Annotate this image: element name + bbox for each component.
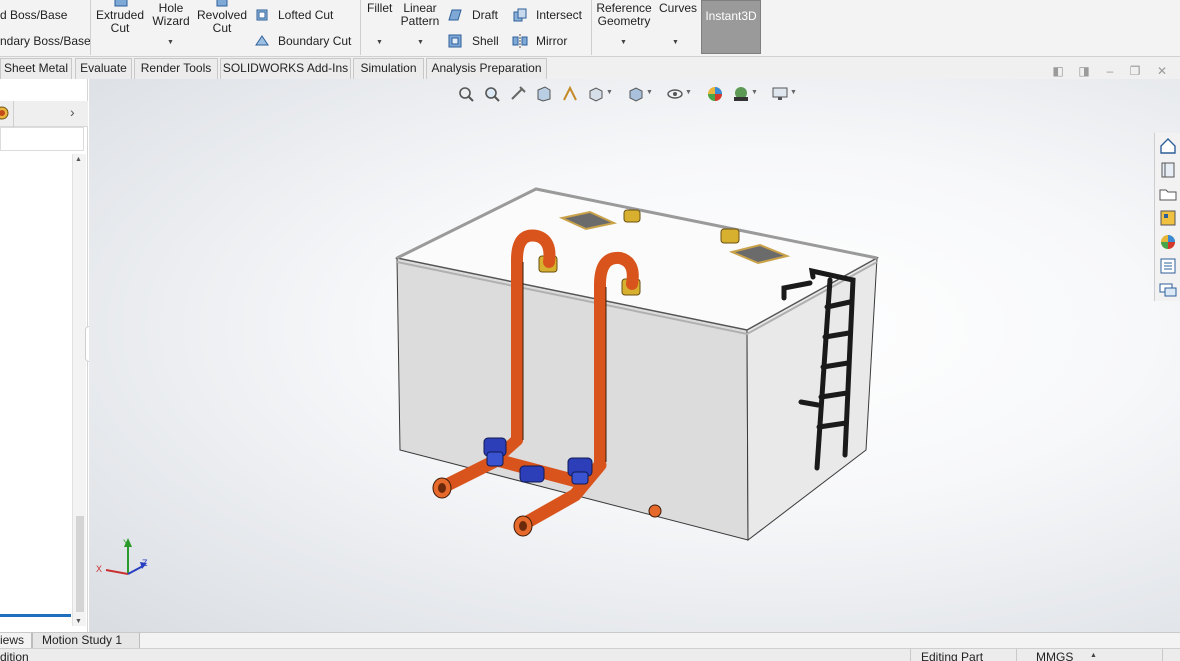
instant3d-label: Instant3D (705, 9, 757, 23)
selected-item-highlight (0, 614, 71, 617)
panel-scrollbar[interactable]: ▲ ▼ (72, 154, 86, 626)
feature-manager-panel: › ▲ ▼ (0, 79, 88, 632)
hole-wizard-dropdown-icon[interactable]: ▼ (167, 39, 174, 46)
scrollbar-thumb[interactable] (76, 516, 84, 612)
revolved-cut-label-2: Cut (212, 21, 232, 35)
panel-tab-divider (13, 101, 14, 127)
tank-body[interactable] (394, 187, 880, 542)
draft-label: Draft (472, 8, 499, 22)
command-manager-ribbon: d Boss/Base ndary Boss/Base Extruded Cut… (0, 0, 1180, 57)
curves-label: Curves (659, 1, 698, 15)
forum-icon[interactable] (1158, 280, 1178, 300)
shell-icon (448, 34, 462, 48)
revolved-cut-icon (216, 0, 228, 7)
tile-left-icon[interactable]: ◧ (1051, 64, 1065, 78)
tab-sheet-metal[interactable]: Sheet Metal (0, 58, 72, 79)
lofted-cut-label: Lofted Cut (278, 8, 334, 22)
intersect-icon (513, 8, 527, 22)
curves-dropdown-icon[interactable]: ▼ (672, 39, 679, 46)
status-divider (1016, 649, 1017, 661)
ribbon-separator (90, 0, 91, 55)
ladder-bracket (798, 399, 821, 408)
valve[interactable] (519, 465, 545, 483)
tile-right-icon[interactable]: ◨ (1077, 64, 1091, 78)
scroll-down-icon[interactable]: ▼ (75, 618, 82, 625)
pipe-flange[interactable] (432, 477, 452, 499)
pipe-flange[interactable] (513, 515, 533, 537)
instant3d-button[interactable]: Instant3D (701, 0, 761, 54)
extruded-cut-icon (114, 0, 128, 7)
task-pane-tabs (1154, 133, 1180, 301)
scroll-up-icon[interactable]: ▲ (75, 156, 82, 163)
status-divider (910, 649, 911, 661)
top-fitting[interactable] (720, 228, 740, 244)
appearances-scenes-icon[interactable] (1158, 232, 1178, 252)
triad-y-label: Y (123, 538, 129, 548)
tab-analysis-preparation[interactable]: Analysis Preparation (426, 58, 547, 79)
file-explorer-icon[interactable] (1158, 184, 1178, 204)
shell-label: Shell (472, 34, 499, 48)
mirror-label: Mirror (536, 34, 568, 48)
status-divider (1162, 649, 1163, 661)
reference-geometry-dropdown-icon[interactable]: ▼ (620, 39, 627, 46)
command-manager-tabs: Sheet Metal Evaluate Render Tools SOLIDW… (0, 57, 1180, 79)
intersect-label: Intersect (536, 8, 583, 22)
restore-icon[interactable]: ❐ (1128, 64, 1142, 78)
custom-properties-icon[interactable] (1158, 256, 1178, 276)
reference-geometry-label-2: Geometry (597, 14, 651, 28)
model-canvas: Y X Z (96, 187, 880, 575)
tab-simulation[interactable]: Simulation (353, 58, 424, 79)
filter-field[interactable] (0, 127, 84, 151)
tab-evaluate[interactable]: Evaluate (75, 58, 132, 79)
triad-z-label: Z (142, 558, 148, 568)
appearance-tab-icon[interactable] (0, 105, 10, 121)
extruded-cut-label-2: Cut (110, 21, 130, 35)
status-bar: dition Editing Part MMGS ▲ (0, 648, 1180, 661)
tab-motion-study-1[interactable]: Motion Study 1 (32, 633, 140, 649)
valve[interactable] (567, 457, 593, 485)
extruded-boss-base-button[interactable]: d Boss/Base (0, 9, 67, 22)
valve[interactable] (483, 437, 507, 467)
units-dropdown-icon[interactable]: ▲ (1090, 652, 1097, 659)
triad-x-label: X (96, 564, 102, 574)
linear-pattern-dropdown-icon[interactable]: ▼ (417, 39, 424, 46)
ribbon-separator (360, 0, 361, 55)
fillet-dropdown-icon[interactable]: ▼ (376, 39, 383, 46)
boundary-boss-base-button[interactable]: ndary Boss/Base (0, 35, 91, 48)
lofted-cut-icon (256, 9, 268, 21)
boundary-cut-icon (255, 35, 269, 46)
panel-tab-header: › (0, 101, 88, 127)
status-editing-part: Editing Part (921, 650, 984, 661)
draft-icon (448, 9, 462, 21)
close-icon[interactable]: ✕ (1155, 64, 1169, 78)
drain-fitting[interactable] (648, 504, 662, 518)
tab-render-tools[interactable]: Render Tools (134, 58, 218, 79)
ribbon-separator (591, 0, 592, 55)
status-units[interactable]: MMGS (1036, 651, 1073, 661)
view-palette-icon[interactable] (1158, 208, 1178, 228)
tab-solidworks-add-ins[interactable]: SOLIDWORKS Add-Ins (220, 58, 351, 79)
linear-pattern-label-2: Pattern (400, 14, 440, 28)
tab-3d-views[interactable]: iews (0, 633, 32, 649)
hole-wizard-label-2: Wizard (152, 14, 190, 28)
boundary-cut-label: Boundary Cut (278, 34, 352, 48)
solidworks-resources-icon[interactable] (1158, 136, 1178, 156)
top-fitting[interactable] (623, 209, 641, 223)
minimize-icon[interactable]: – (1103, 64, 1117, 78)
graphics-area[interactable]: ▼ ▼ ▼ ▼ ▼ Y X Z (89, 79, 1180, 632)
mirror-icon (512, 34, 528, 48)
status-product-text: dition (0, 650, 29, 661)
fillet-label: Fillet (367, 1, 393, 15)
expand-arrow-icon[interactable]: › (70, 104, 75, 120)
design-library-icon[interactable] (1158, 160, 1178, 180)
model-view-tabs: iews Motion Study 1 (0, 632, 1180, 649)
